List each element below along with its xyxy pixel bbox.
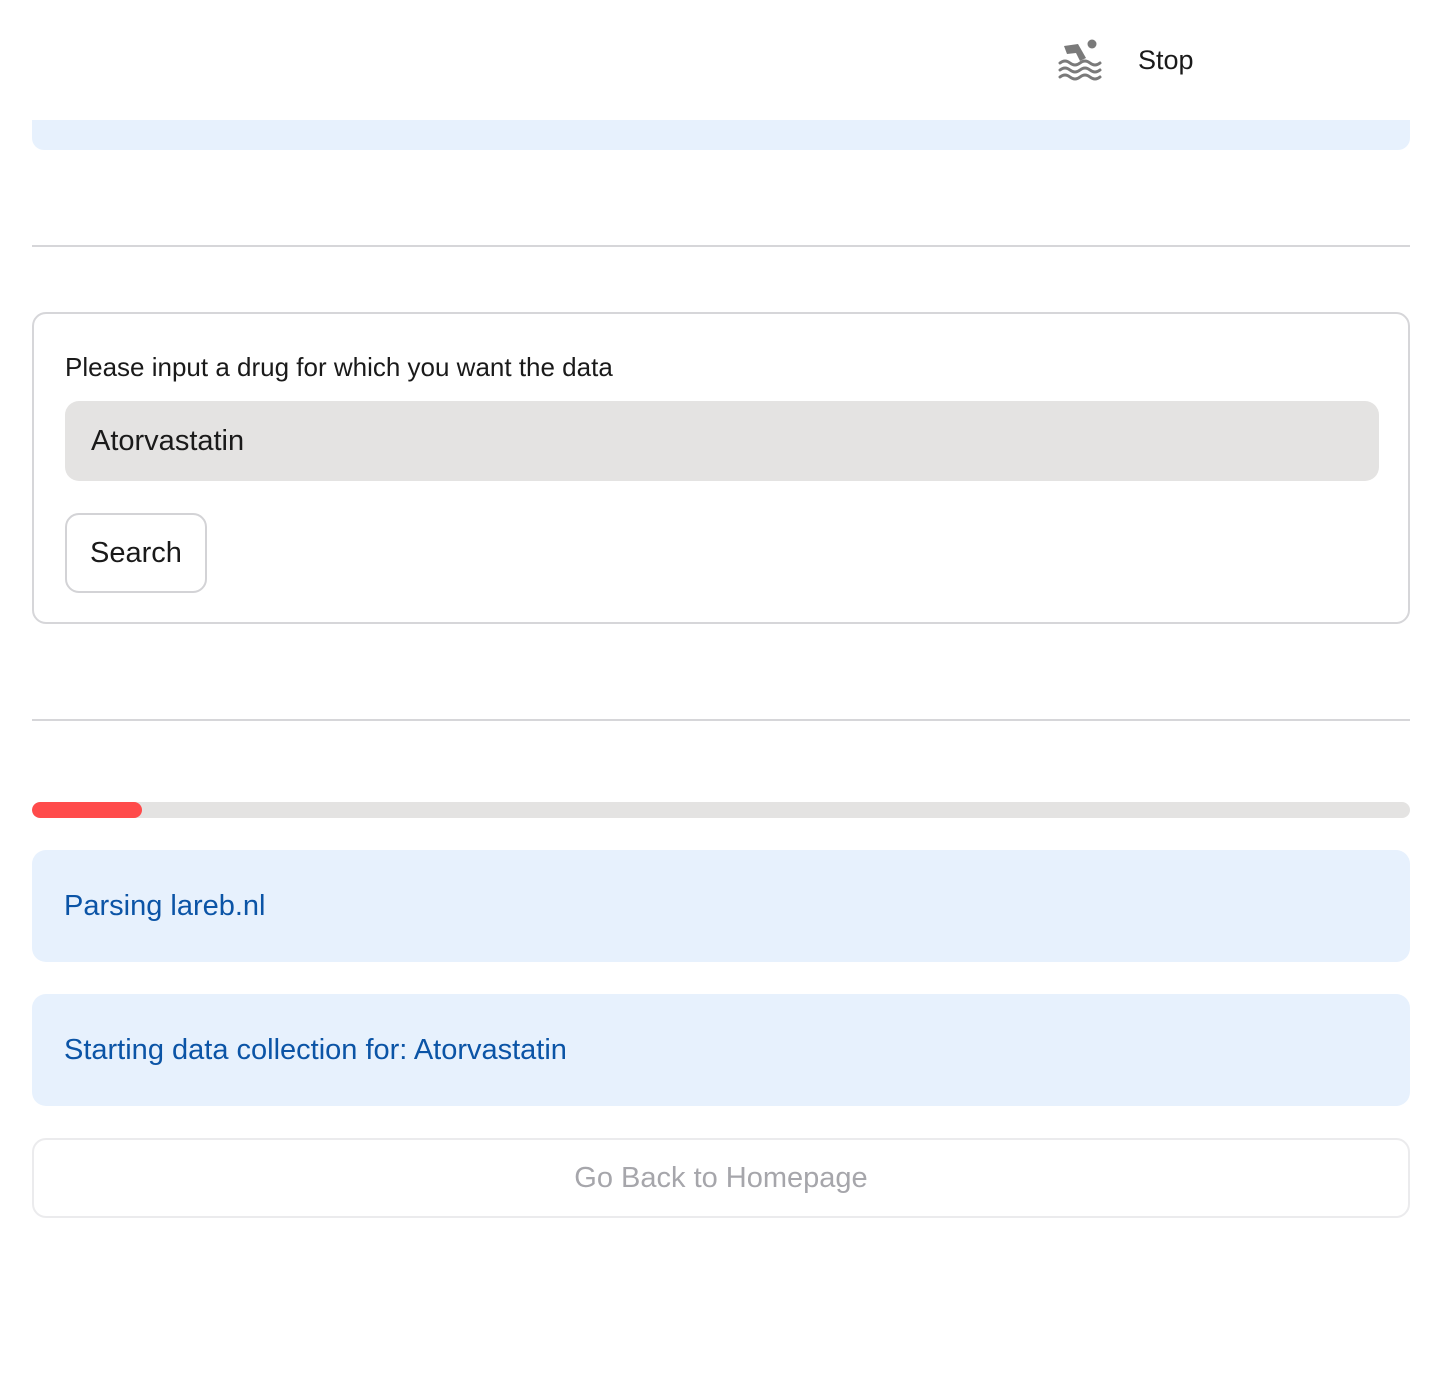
- swimmer-icon: [1058, 39, 1102, 81]
- info-alert-text: Parsing lareb.nl: [64, 889, 266, 922]
- info-alert: Starting data collection for: Atorvastat…: [32, 994, 1410, 1106]
- app-page: Stop Please input a drug for which you w…: [0, 0, 1442, 1382]
- progress-bar: [32, 802, 1410, 818]
- go-back-home-button[interactable]: Go Back to Homepage: [32, 1138, 1410, 1218]
- info-alert: Parsing lareb.nl: [32, 850, 1410, 962]
- info-box-partial: [32, 120, 1410, 150]
- info-alert-text: Starting data collection for: Atorvastat…: [64, 1033, 567, 1066]
- running-status: Stop: [1056, 36, 1194, 84]
- progress-fill: [32, 802, 143, 818]
- search-button[interactable]: Search: [65, 513, 207, 593]
- divider: [32, 245, 1410, 247]
- stop-link[interactable]: Stop: [1138, 45, 1194, 76]
- drug-search-form: Please input a drug for which you want t…: [32, 312, 1410, 624]
- drug-input-label: Please input a drug for which you want t…: [65, 352, 613, 382]
- divider: [32, 719, 1410, 721]
- drug-input[interactable]: [65, 401, 1379, 481]
